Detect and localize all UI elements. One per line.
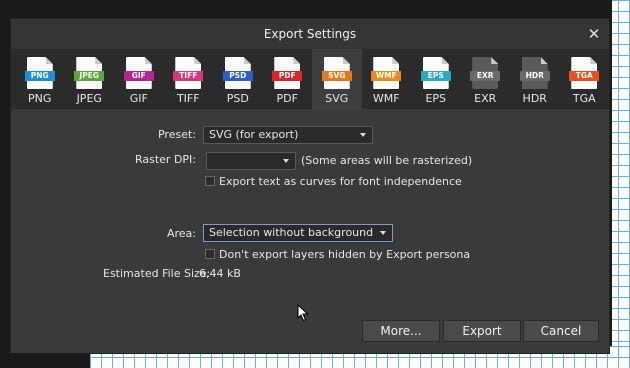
file-size-label: Estimated File Size: — [103, 267, 211, 280]
tab-jpeg[interactable]: JPEG JPEG — [65, 49, 115, 109]
tab-label: HDR — [522, 92, 547, 105]
raster-dpi-select[interactable] — [206, 152, 296, 170]
curves-checkbox[interactable] — [205, 176, 215, 186]
curves-label[interactable]: Export text as curves for font independe… — [219, 175, 462, 188]
exr-file-icon: EXR — [470, 57, 501, 89]
title-bar: Export Settings ✕ — [11, 19, 609, 49]
close-icon: ✕ — [587, 25, 601, 43]
tab-label: JPEG — [76, 92, 102, 105]
tab-tiff[interactable]: TIFF TIFF — [164, 49, 214, 109]
mouse-cursor-icon — [297, 304, 309, 322]
preset-label: Preset: — [157, 128, 196, 141]
canvas-grid-right — [612, 0, 630, 346]
tab-gif[interactable]: GIF GIF — [114, 49, 164, 109]
tab-png[interactable]: PNG PNG — [15, 49, 65, 109]
raster-dpi-label: Raster DPI: — [134, 153, 196, 166]
eps-file-icon: EPS — [420, 57, 451, 89]
tab-eps[interactable]: EPS EPS — [411, 49, 461, 109]
area-label: Area: — [166, 227, 196, 240]
tab-psd[interactable]: PSD PSD — [213, 49, 263, 109]
tab-label: GIF — [129, 92, 148, 105]
file-size-value: 6,44 kB — [199, 267, 241, 280]
jpeg-file-icon: JPEG — [74, 57, 105, 89]
hidden-layers-checkbox[interactable] — [205, 249, 215, 259]
raster-note: (Some areas will be rasterized) — [301, 154, 473, 167]
tab-label: PDF — [276, 92, 298, 105]
chevron-down-icon — [380, 231, 386, 235]
dialog-title: Export Settings — [263, 27, 357, 41]
area-select[interactable]: Selection without background — [203, 224, 393, 242]
wmf-file-icon: WMF — [371, 57, 402, 89]
chevron-down-icon — [283, 159, 289, 163]
export-settings-dialog: Export Settings ✕ PNG PNG JPEG JPEG GIF GIF TI… — [10, 18, 610, 354]
tga-file-icon: TGA — [569, 57, 600, 89]
tab-pdf[interactable]: PDF PDF — [263, 49, 313, 109]
preset-value: SVG (for export) — [209, 128, 299, 141]
hidden-layers-label[interactable]: Don't export layers hidden by Export per… — [219, 248, 470, 261]
png-file-icon: PNG — [24, 57, 55, 89]
more-button[interactable]: More... — [362, 320, 440, 342]
tab-exr[interactable]: EXR EXR — [461, 49, 511, 109]
preset-select[interactable]: SVG (for export) — [203, 126, 373, 144]
close-button[interactable]: ✕ — [585, 25, 603, 43]
tab-label: TGA — [572, 92, 596, 105]
tab-label: TIFF — [176, 92, 200, 105]
export-button[interactable]: Export — [443, 320, 521, 342]
gif-file-icon: GIF — [123, 57, 154, 89]
tab-hdr[interactable]: HDR HDR — [510, 49, 560, 109]
hdr-file-icon: HDR — [519, 57, 550, 89]
format-tabs: PNG PNG JPEG JPEG GIF GIF TIFF TIFF PSD PSD PDF PDF… — [11, 49, 609, 109]
cancel-button[interactable]: Cancel — [523, 320, 599, 342]
psd-file-icon: PSD — [222, 57, 253, 89]
tab-label: PNG — [28, 92, 52, 105]
tab-label: EXR — [474, 92, 497, 105]
tab-wmf[interactable]: WMF WMF — [362, 49, 412, 109]
settings-panel: Preset: SVG (for export) Raster DPI: (So… — [11, 109, 609, 353]
tab-label: WMF — [372, 92, 400, 105]
tab-label: PSD — [226, 92, 249, 105]
area-value: Selection without background — [209, 226, 374, 239]
tiff-file-icon: TIFF — [173, 57, 204, 89]
pdf-file-icon: PDF — [272, 57, 303, 89]
tab-label: SVG — [325, 92, 349, 105]
tab-label: EPS — [425, 92, 447, 105]
svg-file-icon: SVG — [321, 57, 352, 89]
chevron-down-icon — [360, 133, 366, 137]
tab-svg[interactable]: SVG SVG — [312, 49, 362, 109]
tab-tga[interactable]: TGA TGA — [560, 49, 610, 109]
